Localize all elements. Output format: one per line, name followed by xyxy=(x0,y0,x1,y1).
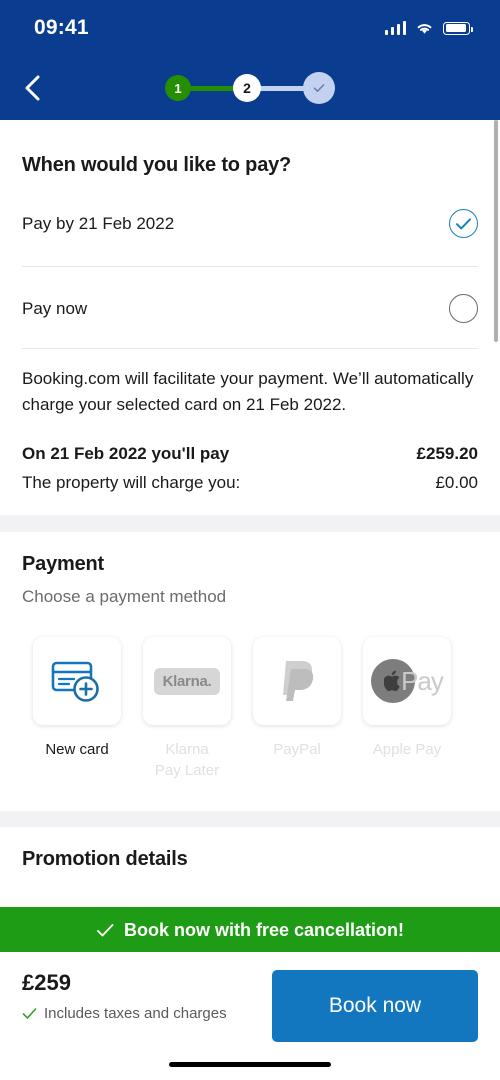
stepper-connector-upcoming xyxy=(258,85,306,91)
chevron-left-icon xyxy=(25,75,40,101)
payment-method-apple-pay[interactable]: Pay Apple Pay xyxy=(352,637,462,781)
apple-pay-icon: Pay xyxy=(371,659,444,703)
check-icon xyxy=(313,84,325,92)
free-cancellation-banner: Book now with free cancellation! xyxy=(0,907,500,953)
nav-bar: 1 2 xyxy=(0,56,500,120)
stepper-connector-completed xyxy=(188,85,236,91)
summary-label: On 21 Feb 2022 you'll pay xyxy=(22,444,230,463)
promotion-section: Promotion details xyxy=(0,827,500,871)
option-label: Pay now xyxy=(22,298,88,318)
promotion-heading: Promotion details xyxy=(22,848,188,870)
stepper-step-3[interactable] xyxy=(303,72,335,104)
home-indicator xyxy=(169,1062,331,1067)
app-header: 09:41 1 2 xyxy=(0,0,500,120)
scrollbar-thumb[interactable] xyxy=(494,120,498,342)
progress-stepper: 1 2 xyxy=(165,72,335,104)
main-content: When would you like to pay? Pay by 21 Fe… xyxy=(0,120,500,871)
stepper-step-1[interactable]: 1 xyxy=(165,75,191,101)
payment-methods-list: New card Klarna. Klarna Pay Later PayPal xyxy=(0,637,500,781)
payment-heading: Payment xyxy=(22,553,104,575)
credit-card-plus-icon xyxy=(51,661,99,702)
method-label: Apple Pay xyxy=(372,741,442,758)
battery-icon xyxy=(443,21,473,35)
check-icon xyxy=(97,923,114,936)
divider xyxy=(22,348,478,349)
section-separator xyxy=(0,811,500,827)
divider xyxy=(22,266,478,267)
payment-method-new-card[interactable]: New card xyxy=(22,637,132,781)
payment-method-klarna[interactable]: Klarna. Klarna Pay Later xyxy=(132,637,242,781)
banner-text: Book now with free cancellation! xyxy=(123,919,405,940)
klarna-icon: Klarna. xyxy=(153,667,221,695)
method-tile[interactable]: Klarna. xyxy=(143,637,231,725)
option-label: Pay by 21 Feb 2022 xyxy=(22,213,175,233)
wifi-icon xyxy=(417,24,432,34)
book-now-button[interactable]: Book now xyxy=(272,970,478,1042)
option-pay-now[interactable]: Pay now xyxy=(22,294,478,323)
section-separator xyxy=(0,515,500,532)
apple-pay-label: Pay xyxy=(401,665,444,696)
booking-footer: £259 Includes taxes and charges Book now xyxy=(0,952,500,1080)
payment-method-paypal[interactable]: PayPal xyxy=(242,637,352,781)
stepper-step-2[interactable]: 2 xyxy=(233,74,261,102)
signal-bars-icon xyxy=(384,21,406,35)
page-title: When would you like to pay? xyxy=(22,154,292,176)
option-pay-by-date[interactable]: Pay by 21 Feb 2022 xyxy=(22,209,478,238)
method-tile[interactable] xyxy=(33,637,121,725)
summary-label: The property will charge you: xyxy=(22,473,241,492)
payment-subheading: Choose a payment method xyxy=(22,587,227,606)
method-label: Klarna Pay Later xyxy=(154,741,220,779)
summary-value: £259.20 xyxy=(416,444,478,463)
method-label: PayPal xyxy=(273,741,321,758)
back-button[interactable] xyxy=(0,73,56,103)
payment-timing-section: When would you like to pay? Pay by 21 Fe… xyxy=(0,120,500,493)
payment-description: Booking.com will facilitate your payment… xyxy=(22,369,474,414)
taxes-note-text: Includes taxes and charges xyxy=(44,1005,227,1022)
method-tile[interactable]: Pay xyxy=(363,637,451,725)
radio-selected[interactable] xyxy=(449,209,478,238)
check-icon xyxy=(22,1007,37,1019)
screen: 09:41 1 2 When would you like to pay? Pa… xyxy=(0,0,500,1080)
taxes-note: Includes taxes and charges xyxy=(22,1005,227,1022)
status-bar-icons xyxy=(384,21,473,35)
payment-section: Payment Choose a payment method xyxy=(0,532,500,607)
paypal-icon xyxy=(283,661,314,701)
summary-row-total: On 21 Feb 2022 you'll pay £259.20 xyxy=(22,444,478,464)
radio-unselected[interactable] xyxy=(449,294,478,323)
total-price: £259 xyxy=(22,970,71,995)
summary-row-property: The property will charge you: £0.00 xyxy=(22,473,478,493)
check-icon xyxy=(456,218,471,230)
status-bar: 09:41 xyxy=(0,0,500,56)
price-block: £259 Includes taxes and charges xyxy=(22,970,227,1022)
method-tile[interactable] xyxy=(253,637,341,725)
method-label: New card xyxy=(45,741,109,758)
summary-value: £0.00 xyxy=(435,473,478,492)
status-bar-clock: 09:41 xyxy=(34,16,89,39)
